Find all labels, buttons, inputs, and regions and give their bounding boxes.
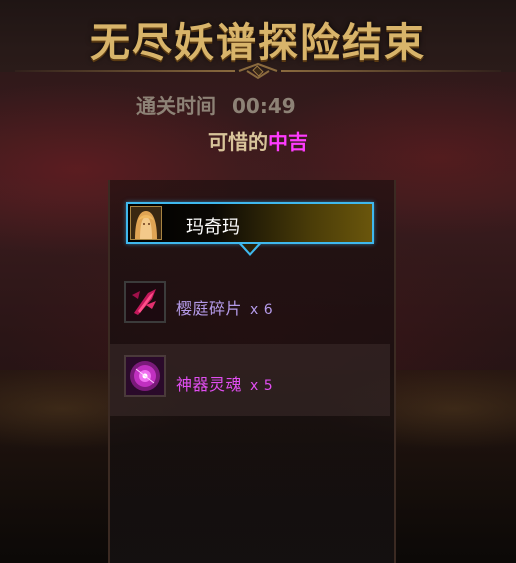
- artifact-soul-icon: [124, 355, 166, 397]
- character-portrait-icon: [130, 206, 162, 240]
- clear-time: 通关时间 00:49: [136, 90, 296, 119]
- rating-grade: 中吉: [268, 130, 308, 154]
- clear-time-label: 通关时间: [136, 94, 216, 118]
- title-divider-right: [281, 70, 501, 72]
- loot-item-name: 神器灵魂: [176, 375, 243, 394]
- rating-text: 可惜的中吉: [0, 126, 516, 155]
- loot-item-quantity: x 6: [250, 302, 274, 318]
- title-divider-left: [15, 70, 235, 72]
- clear-time-value: 00:49: [232, 94, 296, 118]
- loot-item-label: 神器灵魂 x 5: [176, 371, 273, 395]
- loot-item-quantity: x 5: [250, 378, 274, 394]
- player-entry[interactable]: 玛奇玛: [126, 202, 374, 244]
- selection-pointer-fill: [242, 244, 258, 253]
- rating-prefix: 可惜的: [208, 130, 268, 154]
- loot-item-label: 樱庭碎片 x 6: [176, 295, 273, 319]
- loot-item[interactable]: 樱庭碎片 x 6: [110, 270, 390, 338]
- loot-item-name: 樱庭碎片: [176, 299, 243, 318]
- divider-ornament-icon: [238, 62, 278, 80]
- player-name: 玛奇玛: [186, 217, 240, 238]
- sakura-shard-icon: [124, 281, 166, 323]
- loot-item[interactable]: 神器灵魂 x 5: [110, 344, 390, 416]
